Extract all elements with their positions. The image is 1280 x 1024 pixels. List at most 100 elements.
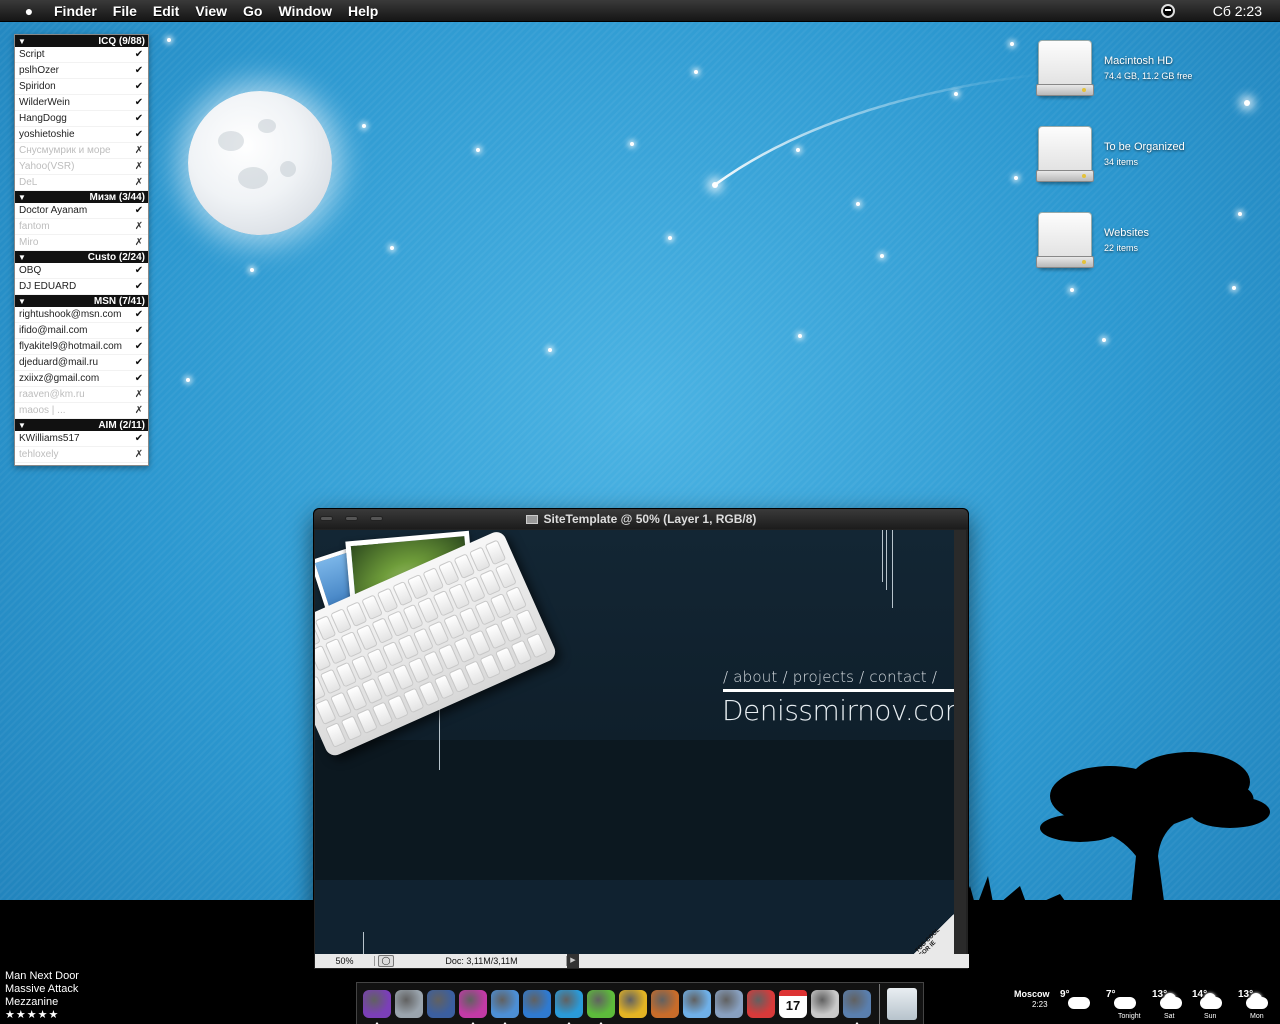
to-be-organized-icon[interactable] xyxy=(1036,124,1094,184)
iphoto-icon[interactable] xyxy=(651,989,679,1018)
star-decoration xyxy=(1232,286,1236,290)
disclosure-triangle-icon[interactable]: ▼ xyxy=(18,193,26,202)
menu-clock[interactable]: Сб 2:23 xyxy=(1213,3,1262,19)
buddy-row[interactable]: HangDogg ✔ xyxy=(15,111,148,127)
buddy-row[interactable]: rightushook@msn.com ✔ xyxy=(15,307,148,323)
menu-window[interactable]: Window xyxy=(278,3,332,19)
websites-icon[interactable] xyxy=(1036,210,1094,270)
corner-badge: TOO COOL FOR IE xyxy=(913,913,955,955)
adium-icon[interactable] xyxy=(363,989,391,1024)
buddy-row[interactable]: Yahoo(VSR) ✗ xyxy=(15,159,148,175)
document-proxy-icon[interactable] xyxy=(525,514,538,524)
calendar-icon[interactable]: 17 xyxy=(779,989,807,1018)
cyberduck-icon[interactable] xyxy=(619,989,647,1018)
vertical-scrollbar[interactable] xyxy=(954,530,966,955)
star-decoration xyxy=(167,38,171,42)
offline-status-icon: ✗ xyxy=(134,221,144,232)
disclosure-triangle-icon[interactable]: ▼ xyxy=(18,421,26,430)
buddy-row[interactable]: djeduard@mail.ru ✔ xyxy=(15,355,148,371)
buddy-row[interactable]: Script ✔ xyxy=(15,47,148,63)
buddy-row[interactable]: yoshietoshie ✔ xyxy=(15,127,148,143)
desktop-icon-label[interactable]: Websites 22 items xyxy=(1104,227,1149,253)
ichat-icon[interactable] xyxy=(491,989,519,1024)
decorative-line xyxy=(886,530,887,590)
track-rating[interactable]: ★★★★★ xyxy=(5,1009,79,1022)
menu-bar: ● Finder File Edit View Go Window Help С… xyxy=(0,0,1280,22)
buddy-row[interactable]: DeL ✗ xyxy=(15,175,148,191)
trash-icon[interactable] xyxy=(887,987,917,1020)
weather-forecast-day: 13° Sat xyxy=(1152,989,1196,1021)
buddy-name: Spiridon xyxy=(19,81,56,92)
menu-finder[interactable]: Finder xyxy=(54,3,97,19)
buddy-group-header[interactable]: ▼ ICQ (9/88) xyxy=(15,35,148,47)
desktop-icon-label[interactable]: Macintosh HD 74.4 GB, 11.2 GB free xyxy=(1104,55,1192,81)
disclosure-triangle-icon[interactable]: ▼ xyxy=(18,297,26,306)
buddy-row[interactable]: fantom ✗ xyxy=(15,219,148,235)
menu-view[interactable]: View xyxy=(195,3,227,19)
offline-status-icon: ✗ xyxy=(134,405,144,416)
weather-forecast-day: 7° Tonight xyxy=(1106,989,1150,1021)
buddy-row[interactable]: OBQ ✔ xyxy=(15,263,148,279)
preview-icon[interactable] xyxy=(683,989,711,1018)
offline-status-icon: ✗ xyxy=(134,389,144,400)
online-check-icon: ✔ xyxy=(134,325,144,336)
status-button[interactable]: ◯ xyxy=(378,955,394,967)
buddy-row[interactable]: DJ EDUARD ✔ xyxy=(15,279,148,295)
buddy-row[interactable]: KWilliams517 ✔ xyxy=(15,431,148,447)
status-menu-icon[interactable] xyxy=(1160,4,1175,18)
online-check-icon: ✔ xyxy=(134,309,144,320)
document-canvas[interactable]: / about / projects / contact / Denissmir… xyxy=(315,530,955,955)
buddy-row[interactable]: pslhOzer ✔ xyxy=(15,63,148,79)
menu-file[interactable]: File xyxy=(113,3,137,19)
coda-icon[interactable] xyxy=(555,989,583,1024)
apple-icon[interactable]: ● xyxy=(20,3,38,19)
menu-edit[interactable]: Edit xyxy=(153,3,179,19)
disk-utility-icon[interactable] xyxy=(811,989,839,1018)
status-menu-arrow-icon[interactable]: ▶ xyxy=(567,954,579,968)
buddy-row[interactable]: Miro ✗ xyxy=(15,235,148,251)
finder-photo-icon[interactable] xyxy=(843,989,871,1024)
buddy-group-header[interactable]: ▼ Custo (2/24) xyxy=(15,251,148,263)
safari-icon[interactable] xyxy=(395,989,423,1018)
buddy-row[interactable]: raaven@km.ru ✗ xyxy=(15,387,148,403)
offline-status-icon: ✗ xyxy=(134,449,144,460)
buddy-group-header[interactable]: ▼ MSN (7/41) xyxy=(15,295,148,307)
buddy-row[interactable]: Spiridon ✔ xyxy=(15,79,148,95)
buddy-group-header[interactable]: ▼ AIM (2/11) xyxy=(15,419,148,431)
desktop-icon-label[interactable]: To be Organized 34 items xyxy=(1104,141,1185,167)
transmit-icon[interactable] xyxy=(523,989,551,1018)
zoom-field[interactable]: 50% xyxy=(315,956,375,966)
doc-size-info[interactable]: Doc: 3,11M/3,11M xyxy=(397,956,567,966)
mail-stamp-icon[interactable] xyxy=(427,989,455,1018)
track-album: Mezzanine xyxy=(5,996,59,1008)
menu-help[interactable]: Help xyxy=(348,3,378,19)
menu-extras: Сб 2:23 xyxy=(1160,0,1262,22)
buddy-row[interactable]: Снусмумрик и море ✗ xyxy=(15,143,148,159)
disclosure-triangle-icon[interactable]: ▼ xyxy=(18,37,26,46)
buddy-group-name: ICQ (9/88) xyxy=(98,35,145,47)
buddy-group-header[interactable]: ▼ Мизм (3/44) xyxy=(15,191,148,203)
disclosure-triangle-icon[interactable]: ▼ xyxy=(18,253,26,262)
buddy-name: DJ EDUARD xyxy=(19,281,77,292)
buddy-row[interactable]: WilderWein ✔ xyxy=(15,95,148,111)
ical-red-icon[interactable] xyxy=(747,989,775,1018)
photoshop-document-window[interactable]: SiteTemplate @ 50% (Layer 1, RGB/8) / ab… xyxy=(313,508,969,970)
menu-go[interactable]: Go xyxy=(243,3,262,19)
buddy-row[interactable]: flyakitel9@hotmail.com ✔ xyxy=(15,339,148,355)
star-decoration xyxy=(1102,338,1106,342)
itunes-disc-icon[interactable] xyxy=(587,989,615,1024)
moon-decoration xyxy=(188,91,332,235)
buddy-row[interactable]: ifido@mail.com ✔ xyxy=(15,323,148,339)
close-button[interactable] xyxy=(320,516,333,521)
macintosh-hd-icon[interactable] xyxy=(1036,38,1094,98)
textedit-icon[interactable] xyxy=(715,989,743,1018)
minimize-button[interactable] xyxy=(345,516,358,521)
itunes-icon[interactable] xyxy=(459,989,487,1024)
buddy-row[interactable]: tehloxely ✗ xyxy=(15,447,148,463)
zoom-button[interactable] xyxy=(370,516,383,521)
buddy-row[interactable]: zxiixz@gmail.com ✔ xyxy=(15,371,148,387)
buddy-row[interactable]: maoos | ... ✗ xyxy=(15,403,148,419)
window-titlebar[interactable]: SiteTemplate @ 50% (Layer 1, RGB/8) xyxy=(314,509,968,529)
buddy-row[interactable]: Doctor Ayanam ✔ xyxy=(15,203,148,219)
online-check-icon: ✔ xyxy=(134,97,144,108)
